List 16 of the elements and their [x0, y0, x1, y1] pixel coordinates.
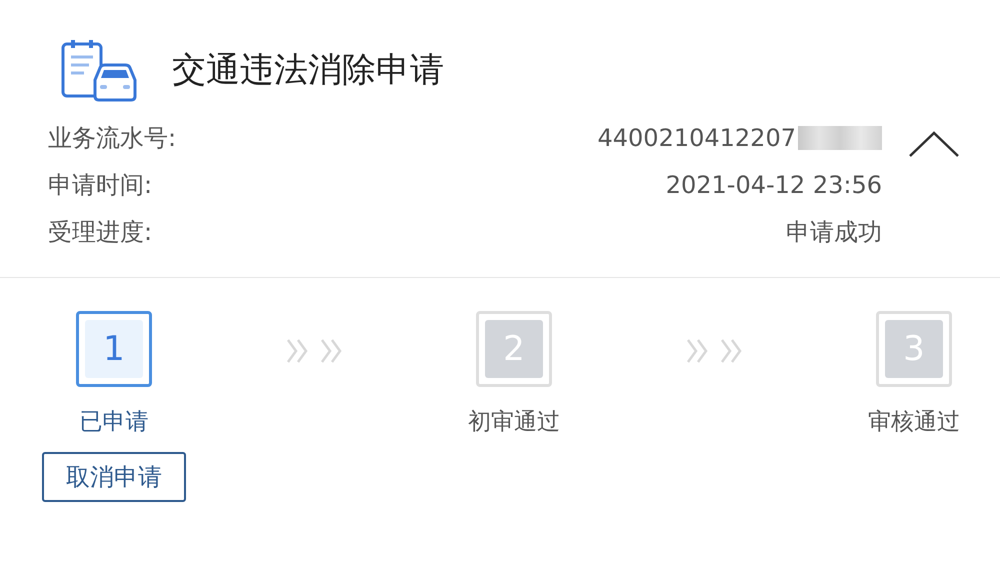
double-chevron-icon: [686, 338, 742, 364]
page-title: 交通违法消除申请: [172, 48, 444, 92]
double-chevron-icon: [286, 338, 342, 364]
step-number: 1: [76, 311, 152, 387]
document-car-icon: [60, 38, 138, 102]
step-label: 审核通过: [868, 408, 960, 437]
field-value: 2021-04-12 23:56: [666, 170, 882, 200]
field-value: 4400210412207: [597, 122, 796, 154]
step-label: 初审通过: [468, 408, 560, 437]
collapse-icon[interactable]: [908, 130, 960, 158]
cancel-application-button[interactable]: 取消申请: [42, 452, 186, 502]
field-label: 受理进度:: [48, 216, 152, 248]
step-label: 已申请: [80, 408, 148, 437]
field-label: 业务流水号:: [48, 122, 176, 154]
field-label: 申请时间:: [48, 170, 152, 200]
field-value: 申请成功: [786, 216, 882, 248]
